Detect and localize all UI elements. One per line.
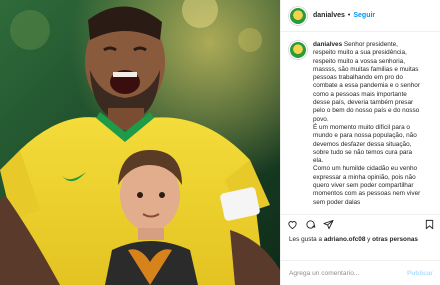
caption-line: combate a essa pandemia e o senhor: [313, 82, 420, 90]
follow-button[interactable]: Seguir: [353, 12, 375, 19]
caption-username[interactable]: danialves: [313, 41, 342, 48]
caption-line: massss, são muitas familias e muitas: [313, 65, 419, 73]
caption-line: Senhor presidente,: [343, 41, 398, 48]
caption-avatar[interactable]: [289, 41, 307, 59]
caption-line: desse país, deveria também presar: [313, 99, 414, 107]
caption-row: danialves Senhor presidente, respeito mu…: [289, 41, 433, 207]
caption-line: mundo e para nossa população, não: [313, 132, 417, 140]
caption-line: sobre tudo se não temos cura para: [313, 148, 413, 156]
post-image: [0, 0, 280, 285]
avatar[interactable]: [289, 6, 307, 25]
likes-summary[interactable]: Les gusta a adriano.ofc08 y otras person…: [289, 236, 418, 243]
caption-line: expressar a minha opinião, pois não: [313, 173, 416, 181]
likes-others[interactable]: otras personas: [372, 236, 418, 243]
action-bar: [281, 214, 440, 234]
publish-button[interactable]: Publicar: [407, 270, 433, 277]
caption-first-line: danialves Senhor presidente,: [313, 41, 433, 49]
caption-line: sem poder dalas: [313, 198, 361, 206]
caption-line: povo.: [313, 115, 329, 123]
caption-line: pelo o bem do nosso país e do nosso: [313, 107, 420, 115]
caption-line: ela.: [313, 157, 324, 165]
caption-line: devemos desfazer dessa situação,: [313, 140, 412, 148]
post-username[interactable]: danialves: [313, 12, 345, 19]
comment-bar: Publicar: [281, 260, 440, 285]
separator-dot: •: [347, 12, 351, 19]
caption-text: danialves Senhor presidente, respeito mu…: [313, 41, 433, 207]
comment-input[interactable]: [289, 269, 407, 277]
share-icon[interactable]: [323, 219, 334, 230]
post-photo[interactable]: [0, 0, 280, 285]
likes-user[interactable]: adriano.ofc08: [324, 236, 366, 243]
post-header: danialves • Seguir: [281, 0, 440, 32]
caption-line: como a pessoas mais importante: [313, 90, 407, 98]
heart-icon[interactable]: [287, 219, 298, 230]
caption-line: pessoas trabalhando em pro do: [313, 74, 403, 82]
caption-area[interactable]: danialves Senhor presidente, respeito mu…: [281, 33, 440, 213]
caption-line: respeito muito a vossa senhoria,: [313, 57, 406, 65]
post-sidebar: danialves • Seguir danialves Senhor pres…: [280, 0, 440, 285]
bookmark-icon[interactable]: [424, 219, 435, 230]
caption-line: É um momento muito difícil para o: [313, 123, 410, 131]
likes-prefix: Les gusta a: [289, 236, 323, 243]
comment-icon[interactable]: [305, 219, 316, 230]
caption-line: respeito muito a sua presidência,: [313, 49, 407, 57]
likes-middle: y: [367, 236, 371, 243]
caption-line: momentos com as pessoas nem viver: [313, 190, 421, 198]
caption-line: Como um humilde cidadão eu venho: [313, 165, 418, 173]
caption-line: quero viver sem poder compartilhar: [313, 182, 414, 190]
